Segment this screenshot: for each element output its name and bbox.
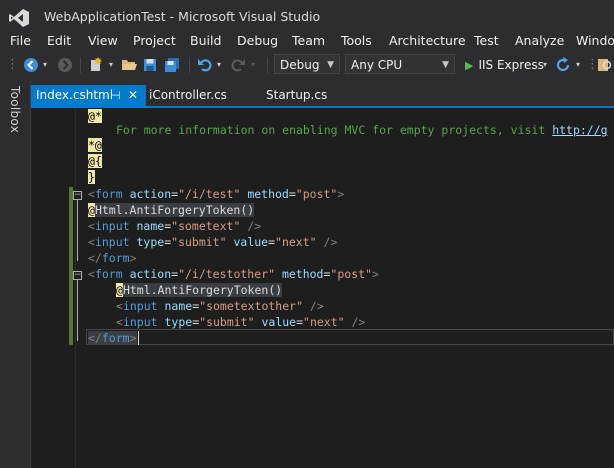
- code-editor[interactable]: − − @* For more information on enabling …: [31, 108, 614, 468]
- change-marker: [69, 187, 73, 345]
- menu-edit[interactable]: Edit: [47, 33, 71, 48]
- toolbar-grip: ⋮: [586, 57, 599, 72]
- code-line: For more information on enabling MVC for…: [116, 123, 608, 137]
- save-all-icon[interactable]: [163, 55, 181, 75]
- chevron-down-icon[interactable]: ▾: [40, 55, 50, 75]
- text-cursor: [137, 331, 139, 345]
- code-line: <input name="sometext" />: [88, 219, 262, 233]
- code-line: </form>: [88, 331, 139, 345]
- solution-config-value: Debug: [280, 58, 320, 72]
- toolbar-separator: [189, 57, 190, 73]
- tab-label: Index.cshtml: [36, 88, 114, 102]
- outline-collapse-icon[interactable]: −: [73, 271, 82, 280]
- menu-tools[interactable]: Tools: [341, 33, 372, 48]
- menu-test[interactable]: Test: [474, 33, 499, 48]
- code-line: <input name="sometextother" />: [116, 299, 324, 313]
- code-line: @Html.AntiForgeryToken(): [116, 283, 283, 297]
- code-line: <input type="submit" value="next" />: [116, 315, 366, 329]
- toolbox-strip: [0, 80, 31, 468]
- outline-collapse-icon[interactable]: −: [73, 191, 82, 200]
- tab-icontroller-cs[interactable]: iController.cs: [149, 85, 227, 106]
- chevron-down-icon[interactable]: ▾: [540, 55, 550, 75]
- run-target-label: IIS Express: [478, 58, 544, 72]
- chevron-down-icon[interactable]: ▾: [214, 55, 224, 75]
- menu-bar: File Edit View Project Build Debug Team …: [0, 32, 614, 50]
- start-debugging-button[interactable]: ▶ IIS Express: [465, 55, 544, 75]
- tab-startup-cs[interactable]: Startup.cs: [266, 85, 327, 106]
- find-icon[interactable]: [596, 55, 614, 75]
- close-icon[interactable]: ✕: [128, 85, 138, 106]
- code-line: @Html.AntiForgeryToken(): [88, 203, 255, 217]
- solution-platform-combo[interactable]: Any CPU ▼: [345, 54, 455, 74]
- solution-config-combo[interactable]: Debug ▼: [274, 54, 340, 74]
- code-line: *@: [88, 138, 102, 152]
- code-line: </form>: [88, 251, 137, 265]
- code-line: @{: [88, 154, 102, 168]
- menu-debug[interactable]: Debug: [237, 33, 278, 48]
- window-title: WebApplicationTest - Microsoft Visual St…: [44, 9, 321, 24]
- menu-architecture[interactable]: Architecture: [389, 33, 466, 48]
- forward-icon[interactable]: [56, 55, 74, 75]
- menu-file[interactable]: File: [10, 33, 31, 48]
- code-link[interactable]: http://g: [552, 123, 607, 137]
- refresh-icon[interactable]: [554, 55, 572, 75]
- toolbar-grip: ⋮: [6, 57, 19, 72]
- toolbar-separator: [80, 57, 81, 73]
- standard-toolbar: ⋮ ▾ ▾ ▾ ▾ Debug ▼ Any CPU ▼ ▶ IIS Express…: [0, 52, 614, 78]
- save-icon[interactable]: [142, 55, 158, 75]
- toolbox-tab[interactable]: Toolbox: [8, 86, 22, 133]
- code-line: }: [88, 170, 95, 184]
- chevron-down-icon: ▼: [327, 60, 334, 70]
- outline-line: [77, 200, 78, 261]
- outline-line: [77, 280, 78, 341]
- chevron-down-icon[interactable]: ▾: [248, 55, 258, 75]
- vs-logo-icon: [9, 9, 29, 27]
- tab-index-cshtml[interactable]: Index.cshtml ⊣ ✕: [31, 85, 146, 106]
- play-icon: ▶: [465, 59, 474, 72]
- title-bar: WebApplicationTest - Microsoft Visual St…: [0, 0, 614, 34]
- open-icon[interactable]: [120, 55, 138, 75]
- code-line: <form action="/i/test" method="post">: [88, 187, 345, 201]
- menu-project[interactable]: Project: [133, 33, 176, 48]
- back-icon[interactable]: [22, 55, 40, 75]
- chevron-down-icon[interactable]: ▾: [573, 55, 583, 75]
- undo-icon[interactable]: [196, 55, 214, 75]
- new-project-icon[interactable]: [88, 55, 104, 75]
- code-line: <input type="submit" value="next" />: [88, 235, 338, 249]
- current-line-highlight: [86, 329, 614, 345]
- code-line: <form action="/i/testother" method="post…: [88, 267, 379, 281]
- chevron-down-icon: ▼: [442, 60, 449, 70]
- menu-build[interactable]: Build: [190, 33, 221, 48]
- chevron-down-icon[interactable]: ▾: [106, 55, 116, 75]
- margin-divider: [75, 108, 76, 468]
- menu-view[interactable]: View: [88, 33, 118, 48]
- redo-icon[interactable]: [229, 55, 247, 75]
- menu-team[interactable]: Team: [292, 33, 325, 48]
- document-tabs: Index.cshtml ⊣ ✕ iController.cs Startup.…: [31, 85, 614, 106]
- solution-platform-value: Any CPU: [351, 58, 403, 72]
- pin-icon[interactable]: ⊣: [111, 85, 121, 106]
- menu-window[interactable]: Window: [576, 33, 614, 48]
- toolbar-separator: [267, 57, 268, 73]
- code-line: @*: [88, 109, 102, 123]
- menu-analyze[interactable]: Analyze: [515, 33, 564, 48]
